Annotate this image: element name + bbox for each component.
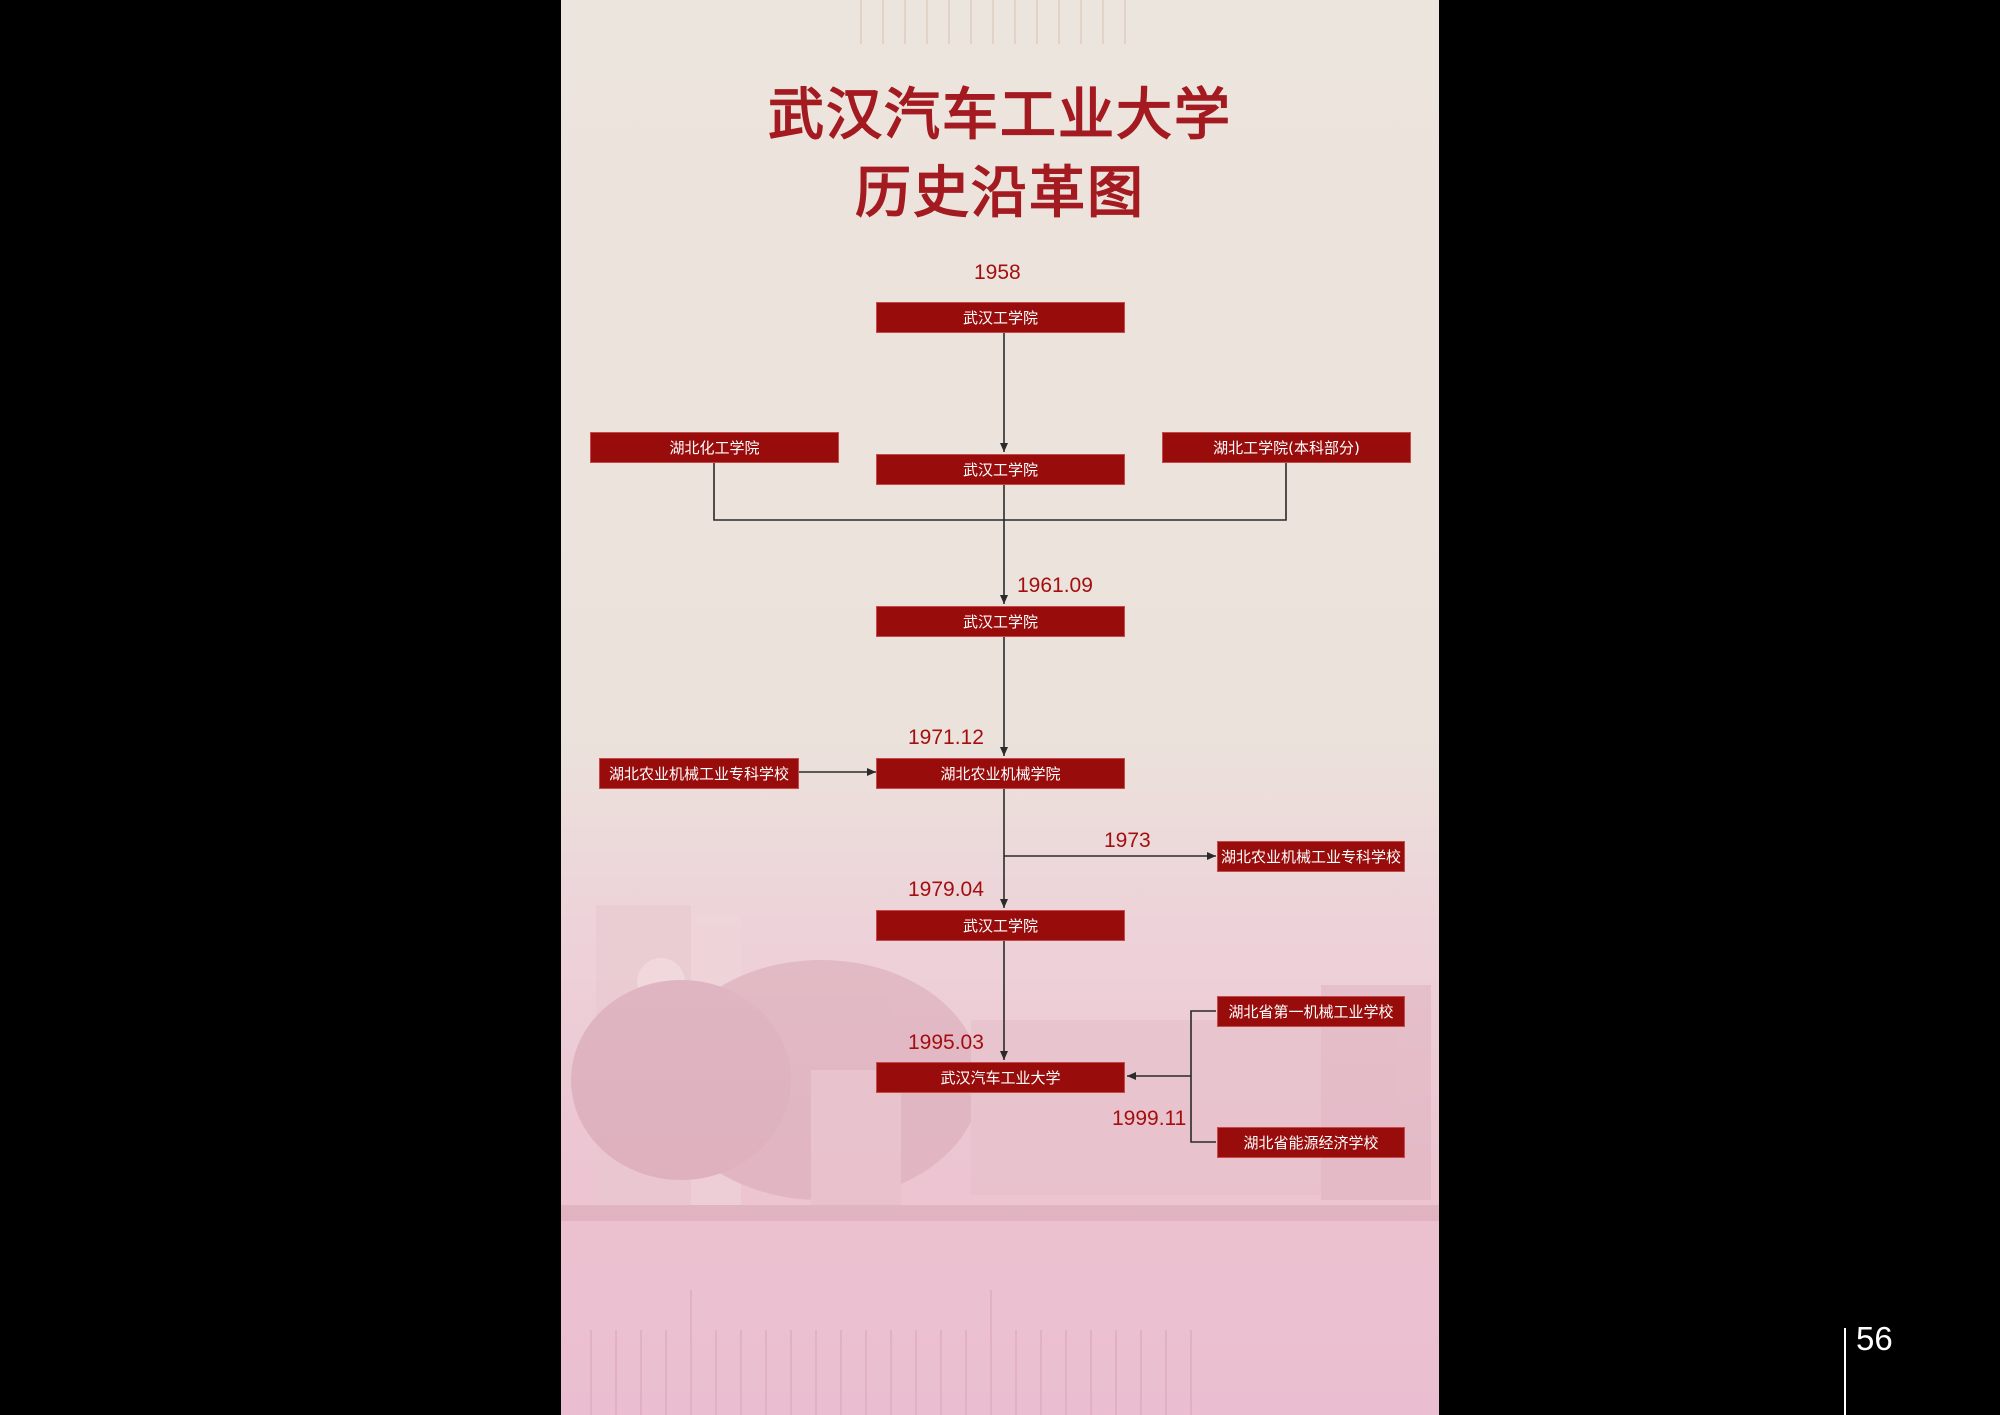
year-1971: 1971.12 xyxy=(908,726,984,749)
node-hubei-agri-machinery-school-in: 湖北农业机械工业专科学校 xyxy=(599,758,799,789)
node-wuhan-institute-merge: 武汉工学院 xyxy=(876,454,1125,485)
node-wuhan-institute-1979: 武汉工学院 xyxy=(876,910,1125,941)
node-hubei-agri-machinery-college: 湖北农业机械学院 xyxy=(876,758,1125,789)
year-1995: 1995.03 xyxy=(908,1031,984,1054)
history-poster: 武汉汽车工业大学 历史沿革图 1958 1961.09 1971.12 1973… xyxy=(561,0,1439,1415)
node-hubei-agri-machinery-school-out: 湖北农业机械工业专科学校 xyxy=(1217,841,1405,872)
year-1999: 1999.11 xyxy=(1112,1107,1187,1130)
node-hubei-chemical-institute: 湖北化工学院 xyxy=(590,432,839,463)
year-1961: 1961.09 xyxy=(1017,574,1093,597)
node-hubei-no1-machinery-school: 湖北省第一机械工业学校 xyxy=(1217,996,1405,1027)
flow-connectors xyxy=(713,333,1287,1143)
year-1973: 1973 xyxy=(1104,829,1151,852)
node-wuhan-institute-1958: 武汉工学院 xyxy=(876,302,1125,333)
connector-1999-merge xyxy=(1190,1010,1216,1143)
page-number-divider xyxy=(1844,1328,1846,1415)
node-wuhan-auto-industry-university: 武汉汽车工业大学 xyxy=(876,1062,1125,1093)
node-hubei-engineering-institute: 湖北工学院(本科部分) xyxy=(1162,432,1411,463)
year-1958: 1958 xyxy=(974,261,1021,284)
page-number: 56 xyxy=(1856,1320,1893,1357)
year-1979: 1979.04 xyxy=(908,878,984,901)
node-wuhan-institute-1961: 武汉工学院 xyxy=(876,606,1125,637)
node-hubei-energy-economics-school: 湖北省能源经济学校 xyxy=(1217,1127,1405,1158)
